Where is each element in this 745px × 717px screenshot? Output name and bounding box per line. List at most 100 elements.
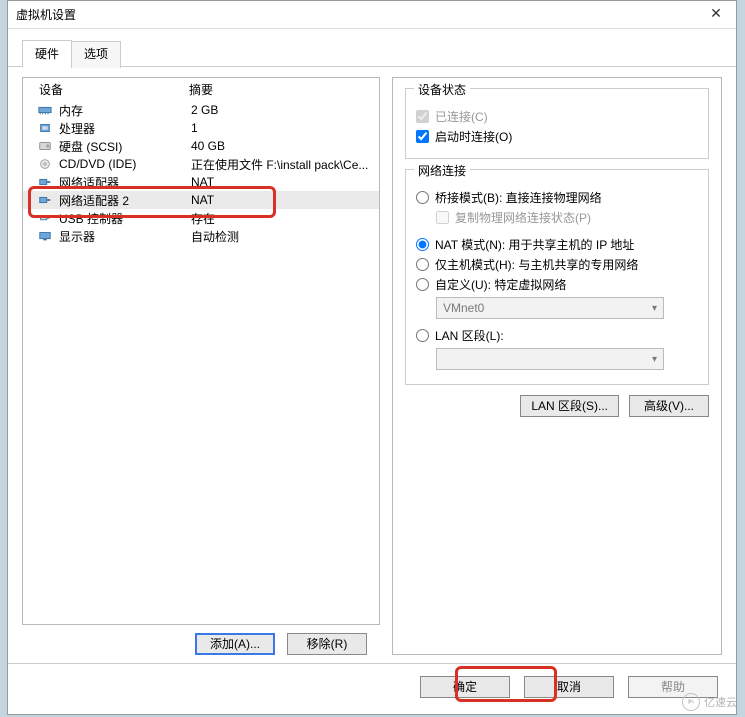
connected-label: 已连接(C)	[435, 108, 488, 125]
cancel-button-label: 取消	[557, 680, 581, 694]
device-row-net-2[interactable]: 网络适配器 2NAT	[23, 191, 379, 209]
device-row-cd[interactable]: CD/DVD (IDE)正在使用文件 F:\install pack\Ce...	[23, 155, 379, 173]
left-pane: 设备 摘要 内存2 GB处理器1硬盘 (SCSI)40 GBCD/DVD (ID…	[22, 77, 380, 655]
device-name: 处理器	[59, 120, 191, 137]
device-summary: 40 GB	[191, 139, 379, 153]
custom-label: 自定义(U): 特定虚拟网络	[435, 276, 566, 293]
add-button[interactable]: 添加(A)...	[195, 633, 275, 655]
add-button-label: 添加(A)...	[210, 637, 260, 651]
replicate-checkbox: 复制物理网络连接状态(P)	[436, 209, 698, 226]
device-name: 网络适配器 2	[59, 192, 191, 209]
device-row-usb[interactable]: USB 控制器存在	[23, 209, 379, 227]
lan-segments-button[interactable]: LAN 区段(S)...	[520, 395, 619, 417]
remove-button[interactable]: 移除(R)	[287, 633, 367, 655]
hostonly-radio[interactable]: 仅主机模式(H): 与主机共享的专用网络	[416, 256, 698, 273]
device-status-legend: 设备状态	[414, 81, 470, 98]
replicate-checkbox-input	[436, 211, 449, 224]
net-icon	[37, 193, 53, 207]
device-summary: 存在	[191, 210, 379, 227]
device-name: 内存	[59, 102, 191, 119]
lan-segment-label: LAN 区段(L):	[435, 327, 504, 344]
close-icon: ✕	[710, 5, 722, 21]
device-row-memory[interactable]: 内存2 GB	[23, 101, 379, 119]
device-row-net[interactable]: 网络适配器NAT	[23, 173, 379, 191]
device-row-display[interactable]: 显示器自动检测	[23, 227, 379, 245]
custom-network-value: VMnet0	[443, 301, 484, 315]
col-device: 设备	[39, 81, 189, 98]
advanced-button[interactable]: 高级(V)...	[629, 395, 709, 417]
nat-radio[interactable]: NAT 模式(N): 用于共享主机的 IP 地址	[416, 236, 698, 253]
cd-icon	[37, 157, 53, 171]
device-list-header: 设备 摘要	[23, 78, 379, 101]
bottom-bar: 确定 取消 帮助	[8, 663, 736, 710]
lan-segments-button-label: LAN 区段(S)...	[531, 399, 608, 413]
net-icon	[37, 175, 53, 189]
connected-checkbox-input	[416, 110, 429, 123]
bridged-label: 桥接模式(B): 直接连接物理网络	[435, 189, 602, 206]
replicate-label: 复制物理网络连接状态(P)	[455, 209, 591, 226]
watermark: 亿速云	[682, 693, 737, 711]
device-row-disk[interactable]: 硬盘 (SCSI)40 GB	[23, 137, 379, 155]
device-summary: 1	[191, 121, 379, 135]
usb-icon	[37, 211, 53, 225]
device-summary: NAT	[191, 175, 379, 189]
tab-options[interactable]: 选项	[71, 41, 121, 68]
device-name: USB 控制器	[59, 210, 191, 227]
device-summary: 2 GB	[191, 103, 379, 117]
hostonly-label: 仅主机模式(H): 与主机共享的专用网络	[435, 256, 638, 273]
network-connection-group: 网络连接 桥接模式(B): 直接连接物理网络 复制物理网络连接状态(P) NAT…	[405, 169, 709, 385]
titlebar: 虚拟机设置 ✕	[8, 1, 736, 29]
device-name: 网络适配器	[59, 174, 191, 191]
right-pane: 设备状态 已连接(C) 启动时连接(O) 网络连接 桥接模式(B): 直接连接物…	[392, 77, 722, 655]
device-summary: NAT	[191, 193, 379, 207]
connect-on-power-input[interactable]	[416, 130, 429, 143]
device-summary: 正在使用文件 F:\install pack\Ce...	[191, 156, 379, 173]
content-area: 设备 摘要 内存2 GB处理器1硬盘 (SCSI)40 GBCD/DVD (ID…	[8, 67, 736, 663]
vm-settings-window: 虚拟机设置 ✕ 硬件 选项 设备 摘要 内存2 GB处理器1硬盘 (SCSI)4…	[7, 0, 737, 715]
hostonly-radio-input[interactable]	[416, 258, 429, 271]
connected-checkbox: 已连接(C)	[416, 108, 698, 125]
tab-hardware[interactable]: 硬件	[22, 40, 72, 67]
device-status-group: 设备状态 已连接(C) 启动时连接(O)	[405, 88, 709, 159]
left-buttons: 添加(A)... 移除(R)	[182, 625, 380, 655]
display-icon	[37, 229, 53, 243]
watermark-icon	[682, 693, 700, 711]
lan-segment-radio-input[interactable]	[416, 329, 429, 342]
remove-button-label: 移除(R)	[307, 637, 348, 651]
lan-segment-select: ▾	[436, 348, 664, 370]
memory-icon	[37, 103, 53, 117]
tabs: 硬件 选项	[8, 29, 736, 67]
advanced-button-label: 高级(V)...	[644, 399, 694, 413]
right-buttons: LAN 区段(S)... 高级(V)...	[405, 395, 709, 417]
ok-button[interactable]: 确定	[420, 676, 510, 698]
device-row-cpu[interactable]: 处理器1	[23, 119, 379, 137]
custom-network-select: VMnet0 ▾	[436, 297, 664, 319]
custom-radio-input[interactable]	[416, 278, 429, 291]
device-summary: 自动检测	[191, 228, 379, 245]
device-name: 显示器	[59, 228, 191, 245]
device-list-box: 设备 摘要 内存2 GB处理器1硬盘 (SCSI)40 GBCD/DVD (ID…	[22, 77, 380, 625]
bridged-radio[interactable]: 桥接模式(B): 直接连接物理网络	[416, 189, 698, 206]
custom-radio[interactable]: 自定义(U): 特定虚拟网络	[416, 276, 698, 293]
cpu-icon	[37, 121, 53, 135]
close-button[interactable]: ✕	[696, 1, 736, 29]
connect-on-power-checkbox[interactable]: 启动时连接(O)	[416, 128, 698, 145]
lan-segment-radio[interactable]: LAN 区段(L):	[416, 327, 698, 344]
chevron-down-icon: ▾	[652, 354, 657, 365]
device-name: CD/DVD (IDE)	[59, 157, 191, 171]
device-list[interactable]: 内存2 GB处理器1硬盘 (SCSI)40 GBCD/DVD (IDE)正在使用…	[23, 101, 379, 624]
disk-icon	[37, 139, 53, 153]
bridged-radio-input[interactable]	[416, 191, 429, 204]
chevron-down-icon: ▾	[652, 303, 657, 314]
ok-button-label: 确定	[453, 680, 477, 694]
help-button-label: 帮助	[661, 680, 685, 694]
connect-on-power-label: 启动时连接(O)	[435, 128, 512, 145]
device-name: 硬盘 (SCSI)	[59, 138, 191, 155]
nat-label: NAT 模式(N): 用于共享主机的 IP 地址	[435, 236, 634, 253]
nat-radio-input[interactable]	[416, 238, 429, 251]
watermark-text: 亿速云	[704, 694, 737, 710]
cancel-button[interactable]: 取消	[524, 676, 614, 698]
network-connection-legend: 网络连接	[414, 162, 470, 179]
window-title: 虚拟机设置	[16, 6, 696, 23]
col-summary: 摘要	[189, 81, 213, 98]
